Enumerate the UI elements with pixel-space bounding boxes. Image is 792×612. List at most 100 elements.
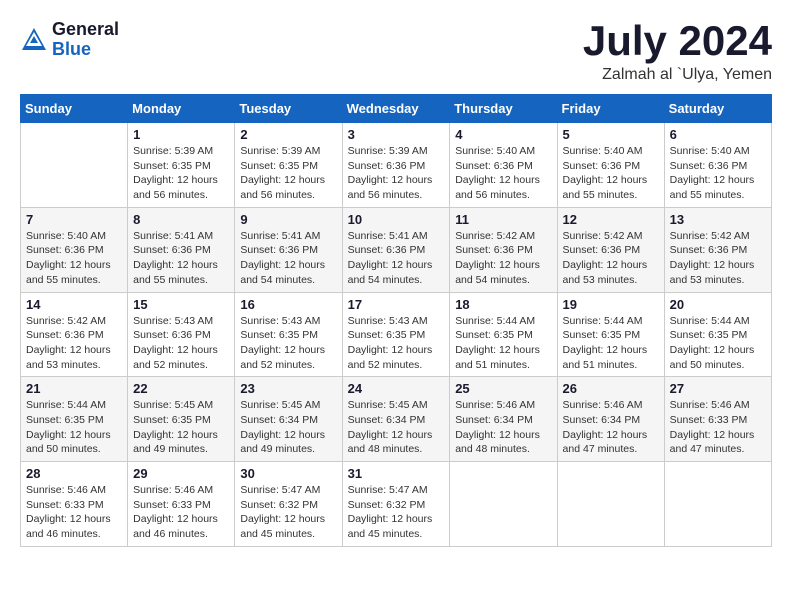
calendar-cell: 30 Sunrise: 5:47 AM Sunset: 6:32 PM Dayli… (235, 462, 342, 547)
calendar-day-header: Friday (557, 95, 664, 123)
calendar-cell: 4Sunrise: 5:40 AM Sunset: 6:36 PM Daylig… (450, 123, 557, 208)
logo-general-text: General (52, 20, 119, 40)
calendar-cell: 26Sunrise: 5:46 AM Sunset: 6:34 PM Dayli… (557, 377, 664, 462)
calendar-cell: 18Sunrise: 5:44 AM Sunset: 6:35 PM Dayli… (450, 292, 557, 377)
day-number: 11 (455, 212, 551, 227)
calendar-cell: 9 Sunrise: 5:41 AM Sunset: 6:36 PM Daylig… (235, 207, 342, 292)
calendar-cell (664, 462, 771, 547)
day-info: Sunrise: 5:41 AM Sunset: 6:36 PM Dayligh… (348, 229, 445, 288)
calendar-cell: 3 Sunrise: 5:39 AM Sunset: 6:36 PM Daylig… (342, 123, 450, 208)
calendar-cell: 1Sunrise: 5:39 AM Sunset: 6:35 PM Daylig… (128, 123, 235, 208)
day-number: 9 (240, 212, 336, 227)
calendar-table: SundayMondayTuesdayWednesdayThursdayFrid… (20, 94, 772, 547)
day-info: Sunrise: 5:39 AM Sunset: 6:35 PM Dayligh… (133, 144, 229, 203)
day-number: 21 (26, 381, 122, 396)
calendar-day-header: Thursday (450, 95, 557, 123)
calendar-cell: 22Sunrise: 5:45 AM Sunset: 6:35 PM Dayli… (128, 377, 235, 462)
day-info: Sunrise: 5:44 AM Sunset: 6:35 PM Dayligh… (563, 314, 659, 373)
day-number: 13 (670, 212, 766, 227)
calendar-cell: 8 Sunrise: 5:41 AM Sunset: 6:36 PM Daylig… (128, 207, 235, 292)
day-number: 25 (455, 381, 551, 396)
calendar-cell: 11 Sunrise: 5:42 AM Sunset: 6:36 PM Dayli… (450, 207, 557, 292)
day-number: 30 (240, 466, 336, 481)
page-header: General Blue July 2024 Zalmah al `Ulya, … (20, 20, 772, 84)
calendar-cell: 5 Sunrise: 5:40 AM Sunset: 6:36 PM Daylig… (557, 123, 664, 208)
calendar-week-row: 7 Sunrise: 5:40 AM Sunset: 6:36 PM Daylig… (21, 207, 772, 292)
calendar-cell: 13Sunrise: 5:42 AM Sunset: 6:36 PM Dayli… (664, 207, 771, 292)
day-info: Sunrise: 5:39 AM Sunset: 6:35 PM Dayligh… (240, 144, 336, 203)
day-info: Sunrise: 5:47 AM Sunset: 6:32 PM Dayligh… (240, 483, 336, 542)
day-number: 17 (348, 297, 445, 312)
calendar-day-header: Monday (128, 95, 235, 123)
calendar-cell: 14 Sunrise: 5:42 AM Sunset: 6:36 PM Dayli… (21, 292, 128, 377)
day-info: Sunrise: 5:41 AM Sunset: 6:36 PM Dayligh… (133, 229, 229, 288)
day-number: 24 (348, 381, 445, 396)
calendar-cell: 16 Sunrise: 5:43 AM Sunset: 6:35 PM Dayli… (235, 292, 342, 377)
calendar-cell: 27Sunrise: 5:46 AM Sunset: 6:33 PM Dayli… (664, 377, 771, 462)
day-number: 23 (240, 381, 336, 396)
day-info: Sunrise: 5:40 AM Sunset: 6:36 PM Dayligh… (563, 144, 659, 203)
logo-blue-text: Blue (52, 40, 119, 60)
calendar-cell: 2 Sunrise: 5:39 AM Sunset: 6:35 PM Daylig… (235, 123, 342, 208)
day-info: Sunrise: 5:43 AM Sunset: 6:36 PM Dayligh… (133, 314, 229, 373)
day-number: 19 (563, 297, 659, 312)
calendar-cell: 17 Sunrise: 5:43 AM Sunset: 6:35 PM Dayli… (342, 292, 450, 377)
logo-icon (20, 26, 48, 54)
title-section: July 2024 Zalmah al `Ulya, Yemen (583, 20, 772, 84)
day-number: 26 (563, 381, 659, 396)
calendar-cell: 20Sunrise: 5:44 AM Sunset: 6:35 PM Dayli… (664, 292, 771, 377)
day-info: Sunrise: 5:44 AM Sunset: 6:35 PM Dayligh… (455, 314, 551, 373)
day-info: Sunrise: 5:46 AM Sunset: 6:34 PM Dayligh… (455, 398, 551, 457)
calendar-cell: 28 Sunrise: 5:46 AM Sunset: 6:33 PM Dayli… (21, 462, 128, 547)
day-info: Sunrise: 5:42 AM Sunset: 6:36 PM Dayligh… (26, 314, 122, 373)
day-number: 10 (348, 212, 445, 227)
calendar-week-row: 14 Sunrise: 5:42 AM Sunset: 6:36 PM Dayli… (21, 292, 772, 377)
calendar-day-header: Tuesday (235, 95, 342, 123)
calendar-cell: 21 Sunrise: 5:44 AM Sunset: 6:35 PM Dayli… (21, 377, 128, 462)
day-info: Sunrise: 5:46 AM Sunset: 6:33 PM Dayligh… (26, 483, 122, 542)
month-title: July 2024 (583, 20, 772, 62)
calendar-cell (21, 123, 128, 208)
day-number: 16 (240, 297, 336, 312)
day-info: Sunrise: 5:40 AM Sunset: 6:36 PM Dayligh… (455, 144, 551, 203)
calendar-cell: 19 Sunrise: 5:44 AM Sunset: 6:35 PM Dayli… (557, 292, 664, 377)
day-number: 12 (563, 212, 659, 227)
calendar-cell: 6Sunrise: 5:40 AM Sunset: 6:36 PM Daylig… (664, 123, 771, 208)
day-number: 22 (133, 381, 229, 396)
day-number: 29 (133, 466, 229, 481)
calendar-cell: 10 Sunrise: 5:41 AM Sunset: 6:36 PM Dayli… (342, 207, 450, 292)
day-number: 7 (26, 212, 122, 227)
day-info: Sunrise: 5:43 AM Sunset: 6:35 PM Dayligh… (348, 314, 445, 373)
day-info: Sunrise: 5:42 AM Sunset: 6:36 PM Dayligh… (563, 229, 659, 288)
day-info: Sunrise: 5:45 AM Sunset: 6:34 PM Dayligh… (240, 398, 336, 457)
day-info: Sunrise: 5:44 AM Sunset: 6:35 PM Dayligh… (26, 398, 122, 457)
calendar-day-header: Sunday (21, 95, 128, 123)
day-info: Sunrise: 5:44 AM Sunset: 6:35 PM Dayligh… (670, 314, 766, 373)
day-number: 2 (240, 127, 336, 142)
calendar-cell: 29Sunrise: 5:46 AM Sunset: 6:33 PM Dayli… (128, 462, 235, 547)
calendar-day-header: Saturday (664, 95, 771, 123)
calendar-cell: 12 Sunrise: 5:42 AM Sunset: 6:36 PM Dayli… (557, 207, 664, 292)
day-number: 5 (563, 127, 659, 142)
day-info: Sunrise: 5:43 AM Sunset: 6:35 PM Dayligh… (240, 314, 336, 373)
location-text: Zalmah al `Ulya, Yemen (583, 66, 772, 84)
day-info: Sunrise: 5:40 AM Sunset: 6:36 PM Dayligh… (26, 229, 122, 288)
day-number: 15 (133, 297, 229, 312)
day-number: 8 (133, 212, 229, 227)
day-info: Sunrise: 5:39 AM Sunset: 6:36 PM Dayligh… (348, 144, 445, 203)
day-number: 14 (26, 297, 122, 312)
day-number: 3 (348, 127, 445, 142)
calendar-cell: 31Sunrise: 5:47 AM Sunset: 6:32 PM Dayli… (342, 462, 450, 547)
calendar-cell: 7 Sunrise: 5:40 AM Sunset: 6:36 PM Daylig… (21, 207, 128, 292)
calendar-cell (557, 462, 664, 547)
calendar-cell: 24Sunrise: 5:45 AM Sunset: 6:34 PM Dayli… (342, 377, 450, 462)
day-info: Sunrise: 5:41 AM Sunset: 6:36 PM Dayligh… (240, 229, 336, 288)
logo: General Blue (20, 20, 119, 60)
day-info: Sunrise: 5:47 AM Sunset: 6:32 PM Dayligh… (348, 483, 445, 542)
day-number: 28 (26, 466, 122, 481)
calendar-week-row: 28 Sunrise: 5:46 AM Sunset: 6:33 PM Dayli… (21, 462, 772, 547)
day-info: Sunrise: 5:40 AM Sunset: 6:36 PM Dayligh… (670, 144, 766, 203)
calendar-cell: 15 Sunrise: 5:43 AM Sunset: 6:36 PM Dayli… (128, 292, 235, 377)
day-info: Sunrise: 5:42 AM Sunset: 6:36 PM Dayligh… (455, 229, 551, 288)
calendar-week-row: 1Sunrise: 5:39 AM Sunset: 6:35 PM Daylig… (21, 123, 772, 208)
